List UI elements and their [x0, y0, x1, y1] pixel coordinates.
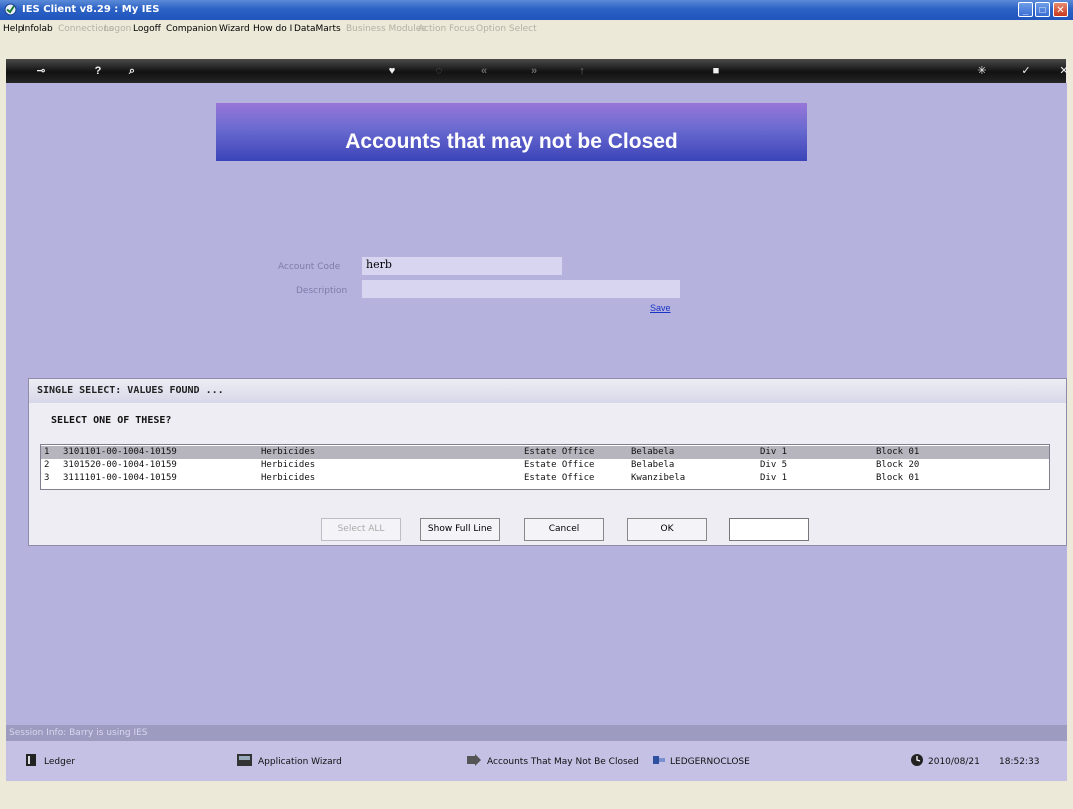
- account-code-field[interactable]: herb: [362, 257, 562, 275]
- key-icon[interactable]: ⊸: [28, 64, 54, 78]
- row-description: Herbicides: [261, 447, 316, 457]
- status-wizard[interactable]: Application Wizard: [258, 757, 342, 767]
- list-item[interactable]: 1 3101101-00-1004-10159 Herbicides Estat…: [41, 446, 1049, 459]
- close-icon[interactable]: ✕: [1056, 64, 1072, 78]
- row-office: Estate Office: [524, 460, 595, 470]
- code-icon: [653, 756, 665, 764]
- list-item[interactable]: 2 3101520-00-1004-10159 Herbicides Estat…: [41, 459, 1049, 472]
- account-code-label: Account Code: [278, 262, 341, 272]
- ledger-icon: [26, 754, 36, 766]
- description-label: Description: [296, 286, 348, 296]
- window-title: IES Client v8.29 : My IES: [22, 4, 160, 15]
- row-description: Herbicides: [261, 460, 316, 470]
- clock-icon: [911, 754, 923, 766]
- wizard-icon: [237, 754, 252, 766]
- menu-option-select[interactable]: Option Select: [476, 24, 537, 34]
- row-location: Belabela: [631, 460, 675, 470]
- power-icon[interactable]: ◌: [431, 64, 447, 78]
- row-block: Block 01: [876, 473, 920, 483]
- status-date: 2010/08/21: [928, 757, 980, 767]
- row-number: 1: [44, 447, 50, 457]
- row-division: Div 5: [760, 460, 788, 470]
- menu-infolab[interactable]: Infolab: [22, 24, 53, 34]
- row-block: Block 01: [876, 447, 920, 457]
- status-bar: Ledger Application Wizard Accounts That …: [6, 741, 1067, 781]
- window-titlebar: IES Client v8.29 : My IES _ □ ✕: [0, 0, 1073, 20]
- window-frame-right: [1067, 39, 1073, 809]
- refresh-icon[interactable]: ✳: [974, 64, 990, 78]
- menu-companion[interactable]: Companion: [166, 24, 217, 34]
- row-office: Estate Office: [524, 473, 595, 483]
- status-time: 18:52:33: [999, 757, 1040, 767]
- maximize-button[interactable]: □: [1035, 2, 1050, 17]
- fast-forward-icon[interactable]: »: [526, 64, 542, 78]
- cancel-button[interactable]: Cancel: [524, 518, 604, 541]
- page-title: Accounts that may not be Closed: [216, 103, 807, 161]
- menu-logon[interactable]: Logon: [104, 24, 131, 34]
- row-account-code: 3111101-00-1004-10159: [63, 473, 177, 483]
- screen-icon: [467, 754, 481, 766]
- help-icon[interactable]: ?: [90, 64, 106, 78]
- window-close-button[interactable]: ✕: [1053, 2, 1068, 17]
- status-module[interactable]: Ledger: [44, 757, 75, 767]
- menu-how-do-i[interactable]: How do I: [253, 24, 292, 34]
- window-bottom-frame: [6, 781, 1067, 809]
- select-all-button[interactable]: Select ALL: [321, 518, 401, 541]
- dialog-header: SINGLE SELECT: VALUES FOUND ...: [29, 379, 1066, 403]
- minimize-button[interactable]: _: [1018, 2, 1033, 17]
- row-location: Belabela: [631, 447, 675, 457]
- show-full-line-button[interactable]: Show Full Line: [420, 518, 500, 541]
- menu-bar: Help Infolab Connections Logon Logoff Co…: [0, 20, 1073, 39]
- pin-icon[interactable]: ↑: [574, 64, 590, 78]
- row-number: 2: [44, 460, 50, 470]
- save-link[interactable]: Save: [650, 303, 671, 313]
- row-description: Herbicides: [261, 473, 316, 483]
- select-dialog: SINGLE SELECT: VALUES FOUND ... SELECT O…: [28, 378, 1067, 546]
- row-block: Block 20: [876, 460, 920, 470]
- stop-icon[interactable]: ■: [708, 64, 724, 78]
- check-icon[interactable]: ✓: [1018, 64, 1034, 78]
- row-division: Div 1: [760, 473, 788, 483]
- toolbar-spacer: [6, 39, 1067, 59]
- row-division: Div 1: [760, 447, 788, 457]
- selection-input[interactable]: [729, 518, 809, 541]
- status-code: LEDGERNOCLOSE: [670, 757, 750, 767]
- app-icon: [4, 3, 17, 16]
- dialog-prompt: SELECT ONE OF THESE?: [51, 415, 172, 426]
- row-account-code: 3101520-00-1004-10159: [63, 460, 177, 470]
- ok-button[interactable]: OK: [627, 518, 707, 541]
- row-office: Estate Office: [524, 447, 595, 457]
- toolbar: ⊸ ? ⌕ ♥ ◌ « » ↑ ■ ✳ ✓ ✕: [6, 59, 1069, 83]
- row-number: 3: [44, 473, 50, 483]
- session-info: Session Info: Barry is using IES: [6, 725, 1067, 741]
- menu-business-modules[interactable]: Business Modules: [346, 24, 426, 34]
- status-screen: Accounts That May Not Be Closed: [487, 757, 639, 767]
- rewind-icon[interactable]: «: [476, 64, 492, 78]
- row-account-code: 3101101-00-1004-10159: [63, 447, 177, 457]
- menu-action-focus[interactable]: Action Focus: [418, 24, 475, 34]
- list-item[interactable]: 3 3111101-00-1004-10159 Herbicides Estat…: [41, 472, 1049, 485]
- menu-help[interactable]: Help: [3, 24, 24, 34]
- main-workspace: Accounts that may not be Closed Account …: [6, 83, 1067, 725]
- description-field[interactable]: [362, 280, 680, 298]
- menu-logoff[interactable]: Logoff: [133, 24, 161, 34]
- menu-wizard[interactable]: Wizard: [219, 24, 250, 34]
- heart-icon[interactable]: ♥: [384, 64, 400, 78]
- menu-datamarts[interactable]: DataMarts: [294, 24, 341, 34]
- search-icon[interactable]: ⌕: [124, 64, 140, 78]
- row-location: Kwanzibela: [631, 473, 686, 483]
- results-list[interactable]: 1 3101101-00-1004-10159 Herbicides Estat…: [40, 444, 1050, 490]
